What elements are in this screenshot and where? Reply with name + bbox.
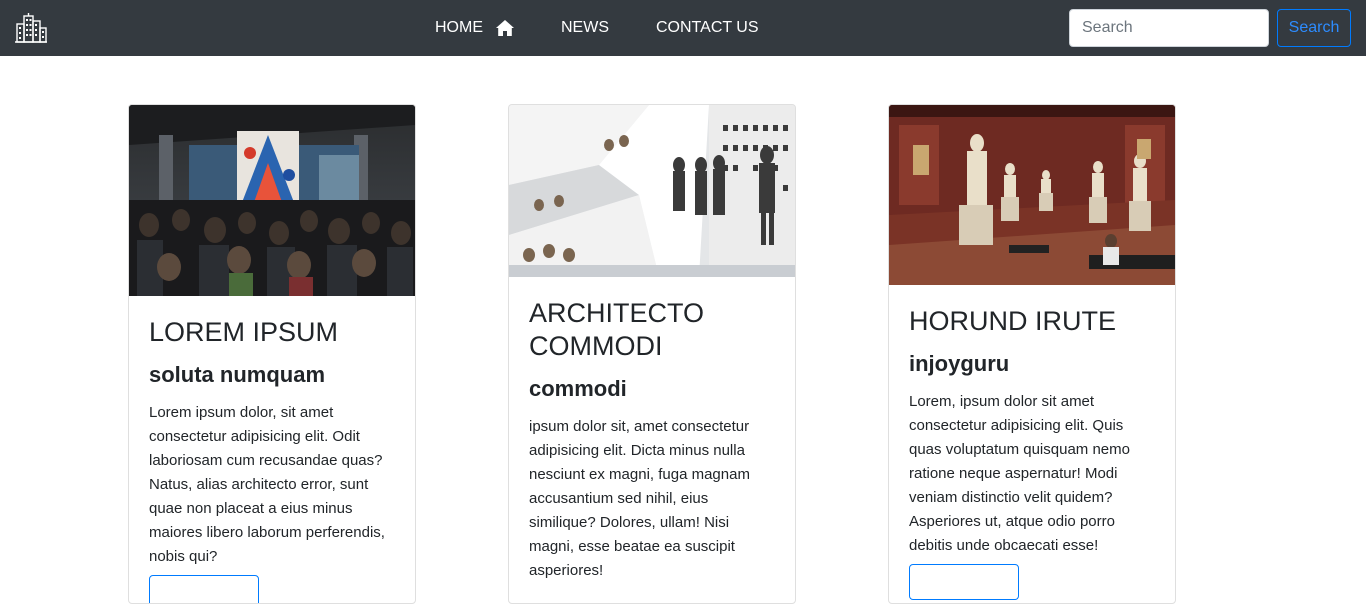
card-text: ipsum dolor sit, amet consectetur adipis… <box>529 418 750 579</box>
nav-links: HOME NEWS CONTACT US <box>435 0 759 56</box>
city-buildings-icon[interactable] <box>14 12 48 44</box>
nav-link-contact[interactable]: CONTACT US <box>656 19 759 37</box>
card-body: HORUND IRUTE injoyguru Lorem, ipsum dolo… <box>889 285 1175 600</box>
card-read-more-button[interactable] <box>909 564 1019 600</box>
nav-link-news[interactable]: NEWS <box>561 19 609 37</box>
card-text: Lorem, ipsum dolor sit amet consectetur … <box>909 393 1130 554</box>
search-input[interactable] <box>1069 9 1269 47</box>
card-lorem-ipsum: LOREM IPSUM soluta numquam Lorem ipsum d… <box>128 104 416 604</box>
sculpture-gallery-photo <box>889 105 1175 285</box>
card-title: LOREM IPSUM <box>149 317 339 347</box>
nav-link-news-label: NEWS <box>561 19 609 36</box>
card-subtitle: soluta numquam <box>149 362 326 387</box>
card-body: ARCHITECTO COMMODI commodi ipsum dolor s… <box>509 277 795 583</box>
top-navbar: HOME NEWS CONTACT US Search <box>0 0 1366 56</box>
search-button[interactable]: Search <box>1277 9 1351 47</box>
card-text: Lorem ipsum dolor, sit amet consectetur … <box>149 404 385 565</box>
card-read-more-button[interactable] <box>149 575 259 603</box>
museum-hall-crowd-photo <box>129 105 415 296</box>
nav-link-contact-label: CONTACT US <box>656 19 759 36</box>
nav-link-home-label: HOME <box>435 19 483 36</box>
card-body: LOREM IPSUM soluta numquam Lorem ipsum d… <box>129 296 415 603</box>
nav-link-home[interactable]: HOME <box>435 19 515 37</box>
spiral-gallery-photo <box>509 105 795 277</box>
card-title: HORUND IRUTE <box>909 306 1116 336</box>
home-icon <box>496 20 514 36</box>
card-subtitle: injoyguru <box>909 351 1010 376</box>
card-architecto-commodi: ARCHITECTO COMMODI commodi ipsum dolor s… <box>508 104 796 604</box>
card-horund-irute: HORUND IRUTE injoyguru Lorem, ipsum dolo… <box>888 104 1176 604</box>
card-title: ARCHITECTO COMMODI <box>529 298 705 361</box>
card-subtitle: commodi <box>529 376 627 401</box>
